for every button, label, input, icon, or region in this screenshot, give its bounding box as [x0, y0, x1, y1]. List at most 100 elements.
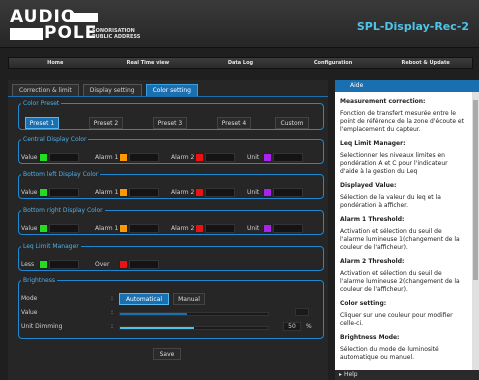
mode-label: Mode	[21, 295, 38, 302]
colon-separator: :	[111, 323, 114, 330]
help-heading: Alarm 1 Threshold:	[340, 216, 405, 223]
value-color-bar[interactable]	[49, 224, 79, 233]
unit-dimming-slider-fill	[120, 327, 194, 329]
alarm-2-color-swatch[interactable]	[195, 153, 204, 162]
help-text: Activation et sélection du seuil de l'al…	[340, 228, 460, 251]
alarm-2-color-bar[interactable]	[205, 224, 235, 233]
settings-panel: Correction & limit Display setting Color…	[8, 80, 328, 380]
over-color-swatch[interactable]	[119, 260, 128, 269]
manual-mode-button[interactable]: Manual	[173, 293, 205, 305]
preset-4-button[interactable]: Preset 4	[217, 117, 251, 129]
tagline-line-2: PUBLIC ADDRESS	[92, 34, 141, 40]
brightness-group: Brightness Mode : Automatical Manual Val…	[18, 277, 324, 339]
value-color-swatch[interactable]	[39, 153, 48, 162]
central-display-color-group: Central Display Color Value Alarm 1 Alar…	[18, 136, 324, 164]
alarm-1-color-swatch[interactable]	[119, 224, 128, 233]
unit-color-bar[interactable]	[273, 153, 303, 162]
value-slider-track[interactable]	[119, 312, 269, 316]
color-preset-legend: Color Preset	[23, 100, 60, 107]
alarm-2-color-bar[interactable]	[205, 153, 235, 162]
value-color-swatch[interactable]	[39, 224, 48, 233]
help-text: Selectionner les niveaux limites en pond…	[340, 152, 448, 175]
tab-correction-limit[interactable]: Correction & limit	[12, 84, 79, 96]
help-heading: Brightness Mode:	[340, 334, 400, 341]
alarm-2-label: Alarm 2	[171, 225, 195, 232]
over-color-bar[interactable]	[129, 260, 159, 269]
value-color-bar[interactable]	[49, 153, 79, 162]
custom-preset-button[interactable]: Custom	[275, 117, 309, 129]
nav-home[interactable]: Home	[9, 58, 102, 68]
unit-dimming-value[interactable]: 50	[283, 322, 301, 331]
unit-color-swatch[interactable]	[263, 153, 272, 162]
value-label: Value	[21, 309, 38, 316]
unit-color-bar[interactable]	[273, 188, 303, 197]
settings-tabs: Correction & limit Display setting Color…	[12, 84, 202, 96]
less-color-swatch[interactable]	[39, 260, 48, 269]
help-footer[interactable]: ▸ Help	[335, 370, 479, 380]
alarm-1-color-swatch[interactable]	[119, 153, 128, 162]
unit-dimming-label: Unit Dimming	[21, 323, 63, 330]
value-label: Value	[21, 154, 38, 161]
help-text: Activation et sélection du seuil de l'al…	[340, 270, 460, 293]
alarm-1-label: Alarm 1	[95, 154, 119, 161]
nav-real-time-view[interactable]: Real Time view	[102, 58, 195, 68]
alarm-2-label: Alarm 2	[171, 154, 195, 161]
alarm-1-label: Alarm 1	[95, 225, 119, 232]
unit-label: Unit	[247, 189, 260, 196]
help-text: Sélection de la valeur du leq et la pond…	[340, 194, 441, 209]
automatical-mode-button[interactable]: Automatical	[119, 293, 169, 305]
over-label: Over	[95, 261, 110, 268]
bottom-left-display-color-group: Bottom left Display Color Value Alarm 1 …	[18, 171, 324, 199]
colon-separator: :	[111, 309, 114, 316]
value-color-bar[interactable]	[49, 188, 79, 197]
alarm-1-color-bar[interactable]	[129, 153, 159, 162]
save-button[interactable]: Save	[153, 348, 181, 360]
help-heading: Alarm 2 Threshold:	[340, 258, 405, 265]
unit-color-bar[interactable]	[273, 224, 303, 233]
color-row: Value Alarm 1 Alarm 2 Unit	[19, 224, 323, 234]
audio-pole-logo: AUDIO POLE	[10, 9, 98, 42]
value-color-swatch[interactable]	[39, 188, 48, 197]
color-preset-group: Color Preset Preset 1 Preset 2 Preset 3 …	[18, 100, 324, 130]
less-color-bar[interactable]	[49, 260, 79, 269]
nav-data-log[interactable]: Data Log	[194, 58, 287, 68]
help-scrollbar[interactable]	[472, 92, 479, 370]
alarm-1-color-bar[interactable]	[129, 224, 159, 233]
help-heading: Displayed Value:	[340, 182, 397, 189]
logo-block	[10, 28, 43, 40]
color-row: Less Over	[19, 260, 323, 270]
help-heading: Leq Limit Manager:	[340, 140, 406, 147]
help-scrollbar-thumb[interactable]	[473, 100, 478, 280]
help-heading: Color setting:	[340, 300, 387, 307]
app-header: AUDIO POLE SONORISATION PUBLIC ADDRESS S…	[0, 0, 479, 48]
bottom-left-legend: Bottom left Display Color	[23, 171, 99, 178]
nav-configuration[interactable]: Configuration	[287, 58, 380, 68]
less-label: Less	[21, 261, 35, 268]
value-label: Value	[21, 189, 38, 196]
tab-color-setting[interactable]: Color setting	[145, 84, 198, 96]
help-header: Aide	[335, 80, 479, 92]
device-title: SPL-Display-Rec-2	[356, 20, 469, 33]
unit-dimming-slider-track[interactable]	[119, 326, 269, 330]
value-readout	[295, 308, 309, 316]
tab-display-setting[interactable]: Display setting	[82, 84, 142, 96]
alarm-1-color-bar[interactable]	[129, 188, 159, 197]
logo-tagline: SONORISATION PUBLIC ADDRESS	[92, 28, 140, 40]
percent-unit-label: %	[306, 323, 312, 330]
unit-color-swatch[interactable]	[263, 224, 272, 233]
alarm-2-color-bar[interactable]	[205, 188, 235, 197]
help-heading: Measurement correction:	[340, 98, 426, 105]
nav-reboot-update[interactable]: Reboot & Update	[379, 58, 472, 68]
preset-1-button[interactable]: Preset 1	[25, 117, 59, 129]
unit-color-swatch[interactable]	[263, 188, 272, 197]
alarm-1-color-swatch[interactable]	[119, 188, 128, 197]
alarm-2-color-swatch[interactable]	[195, 224, 204, 233]
expand-arrow-icon: ▸	[339, 371, 343, 378]
preset-2-button[interactable]: Preset 2	[89, 117, 123, 129]
alarm-1-label: Alarm 1	[95, 189, 119, 196]
bottom-right-display-color-group: Bottom right Display Color Value Alarm 1…	[18, 207, 324, 235]
help-text: Fonction de transfert mesurée entre le p…	[340, 110, 464, 133]
preset-3-button[interactable]: Preset 3	[153, 117, 187, 129]
alarm-2-color-swatch[interactable]	[195, 188, 204, 197]
color-row: Value Alarm 1 Alarm 2 Unit	[19, 153, 323, 163]
